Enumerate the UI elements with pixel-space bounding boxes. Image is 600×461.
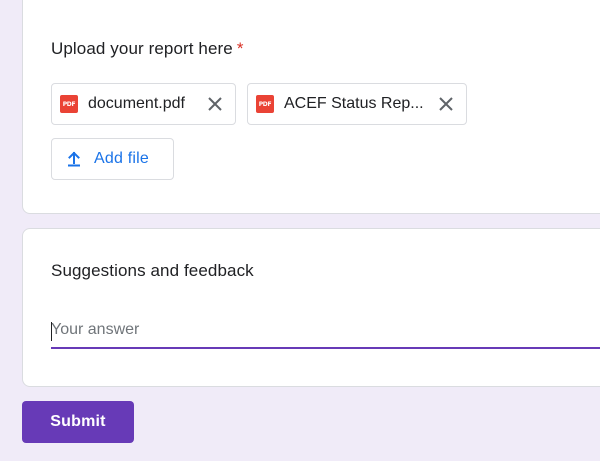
text-caret [51,322,52,341]
file-name: ACEF Status Rep... [284,95,424,112]
required-asterisk: * [236,39,244,58]
add-file-button[interactable]: Add file [51,138,174,180]
file-chip-acef-status-report[interactable]: PDF ACEF Status Rep... [247,83,467,125]
submit-button[interactable]: Submit [22,401,134,443]
upload-icon [66,151,82,167]
answer-input[interactable] [51,313,600,349]
add-file-label: Add file [94,150,149,167]
close-icon [439,97,453,111]
pdf-icon-label: PDF [62,100,76,108]
feedback-question-card: Suggestions and feedback [22,228,600,387]
question-title-text: Upload your report here [51,39,233,58]
question-title: Suggestions and feedback [51,261,254,280]
remove-file-button[interactable] [205,94,225,114]
pdf-icon-label: PDF [258,100,272,108]
upload-question-card: Upload your report here * PDF document.pd… [22,0,600,214]
pdf-icon: PDF [256,95,274,113]
file-name: document.pdf [88,95,185,112]
file-chip-document[interactable]: PDF document.pdf [51,83,236,125]
question-title: Upload your report here * [51,39,244,59]
close-icon [208,97,222,111]
pdf-icon: PDF [60,95,78,113]
remove-file-button[interactable] [436,94,456,114]
